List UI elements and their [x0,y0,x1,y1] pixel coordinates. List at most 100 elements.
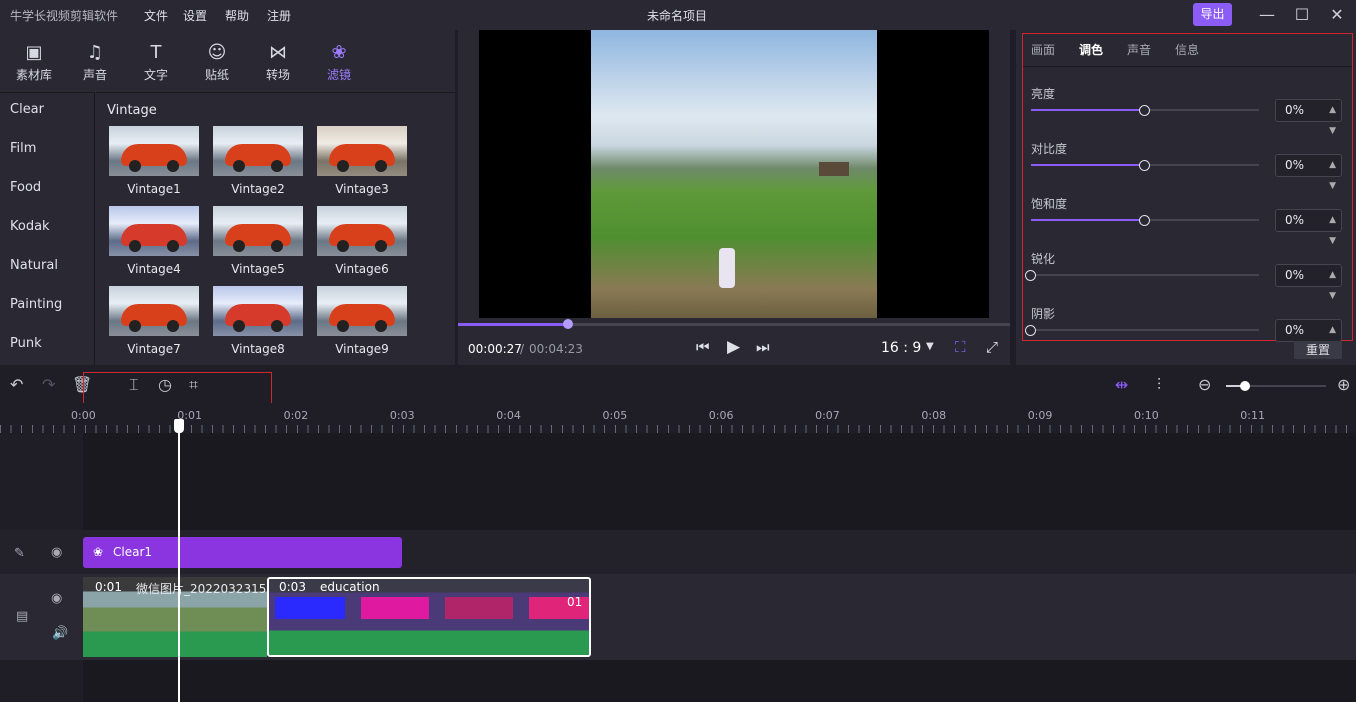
playhead-handle[interactable] [174,419,184,433]
undo-icon[interactable]: ↶ [10,375,23,394]
ruler-tick-label: 0:09 [1027,409,1053,422]
filter-label: Vintage3 [335,182,389,196]
filter-label: Vintage4 [127,262,181,276]
filter-category-list: Clear Film Food Kodak Natural Painting P… [0,92,95,365]
total-time: 00:04:23 [529,342,583,356]
category-food[interactable]: Food [10,180,41,195]
maximize-icon[interactable]: ☐ [1291,4,1313,26]
pin-icon[interactable]: ✎ [14,546,25,561]
slider-label-sharpen: 锐化 [1031,252,1056,266]
toolbox-text[interactable]: T 文字 [128,42,184,83]
slider-handle-brightness[interactable] [1139,105,1150,116]
slider-label-contrast: 对比度 [1031,142,1068,156]
toolbox-sticker[interactable]: ☺ 贴纸 [189,42,245,83]
category-punk[interactable]: Punk [10,336,42,351]
menu-settings[interactable]: 设置 [183,7,207,24]
ruler-tick-label: 0:03 [389,409,415,422]
filter-thumb-vintage7[interactable] [109,286,199,336]
crop-frame-icon[interactable]: ⛶ [955,338,966,356]
filter-thumb-vintage1[interactable] [109,126,199,176]
filter-thumb-vintage8[interactable] [213,286,303,336]
zoom-in-icon[interactable]: ⊕ [1337,375,1350,394]
volume-icon[interactable]: 🔊 [52,626,68,641]
fullscreen-icon[interactable]: ⤢ [986,338,998,356]
category-clear[interactable]: Clear [10,102,44,117]
sticker-icon: ☺ [207,42,227,63]
slider-handle-sharpen[interactable] [1025,270,1036,281]
ruler-tick-label: 0:04 [496,409,521,422]
filter-thumb-vintage3[interactable] [317,126,407,176]
play-icon[interactable]: ▶ [727,337,740,357]
ruler-tick-label: 0:10 [1134,409,1159,422]
clip-duration: 0:03 [279,580,306,594]
zoom-out-icon[interactable]: ⊖ [1198,375,1211,394]
redo-icon[interactable]: ↷ [42,375,55,394]
filter-label: Vintage5 [231,262,285,276]
menu-file[interactable]: 文件 [144,7,168,24]
sharpen-value-input[interactable]: 0% ▲ ▼ [1275,264,1342,301]
category-kodak[interactable]: Kodak [10,219,50,234]
zoom-slider-handle[interactable] [1240,381,1250,391]
category-painting[interactable]: Painting [10,297,62,312]
playhead-line [178,420,180,702]
toolbox-audio[interactable]: ♫ 声音 [67,42,123,83]
eye-icon[interactable]: ◉ [51,545,62,560]
music-note-icon: ♫ [86,42,104,63]
filter-clip[interactable]: ❀ Clear1 [83,537,402,568]
slider-label-shadow: 阴影 [1031,307,1056,321]
highlight-box-properties [1022,33,1353,341]
app-name: 牛学长视频剪辑软件 [10,9,119,23]
brightness-value-input[interactable]: 0% ▲ ▼ [1275,99,1342,136]
category-film[interactable]: Film [10,141,36,156]
filter-thumb-vintage5[interactable] [213,206,303,256]
slider-track-sharpen[interactable] [1031,274,1259,276]
aspect-ratio-select[interactable]: 16 : 9 [881,340,921,356]
time-separator: / [520,342,525,356]
clip-frame [445,597,513,619]
preview-progress-fill [458,323,569,326]
audio-split-icon[interactable]: ⫶ [1157,375,1161,395]
reset-button[interactable]: 重置 [1294,341,1342,359]
video-clip-selected[interactable]: 0:03 education 01 [267,577,591,657]
filter-icon: ❀ [331,42,347,63]
saturation-value-input[interactable]: 0% ▲ ▼ [1275,209,1342,246]
clip-overlay-text: 01 [567,595,583,609]
stepper-icon: ▲▼ [1329,215,1336,246]
filter-label: Vintage6 [335,262,389,276]
filter-thumb-vintage9[interactable] [317,286,407,336]
menu-register[interactable]: 注册 [267,7,291,24]
ruler-tick-label: 0:05 [602,409,628,422]
slider-handle-contrast[interactable] [1139,160,1150,171]
ruler-ticks [0,425,1356,433]
chevron-down-icon[interactable]: ▼ [926,341,934,352]
house-shape [819,162,849,176]
shadow-value-input[interactable]: 0%▲▼ [1275,319,1342,356]
slider-handle-shadow[interactable] [1025,325,1036,336]
toolbox-filter[interactable]: ❀ 滤镜 [311,42,367,83]
category-natural[interactable]: Natural [10,258,58,273]
film-strip-icon: ▤ [16,609,29,624]
filter-label: Vintage1 [127,182,181,196]
prev-frame-icon[interactable]: ⏮ [696,338,710,356]
filter-thumb-vintage6[interactable] [317,206,407,256]
menu-help[interactable]: 帮助 [225,7,249,24]
snap-icon[interactable]: ⇹ [1115,375,1128,394]
filter-label: Vintage2 [231,182,285,196]
minimize-icon[interactable]: — [1256,4,1278,26]
filter-section-title: Vintage [107,103,157,118]
ruler-tick-label: 0:07 [815,409,840,422]
toolbox-transition[interactable]: ⋈ 转场 [250,42,306,83]
slider-label-saturation: 饱和度 [1031,197,1068,211]
close-icon[interactable]: ✕ [1326,4,1348,26]
slider-handle-saturation[interactable] [1139,215,1150,226]
next-frame-icon[interactable]: ⏭ [756,338,770,356]
eye-icon[interactable]: ◉ [51,591,62,606]
toolbox-media-library[interactable]: ▣ 素材库 [6,42,62,83]
slider-track-shadow[interactable] [1031,329,1259,331]
video-clip[interactable]: 0:01 微信图片_20220323154 [83,577,267,657]
ruler-tick-label: 0:06 [708,409,734,422]
contrast-value-input[interactable]: 0% ▲ ▼ [1275,154,1342,191]
filter-thumb-vintage4[interactable] [109,206,199,256]
export-button[interactable]: 导出 [1193,3,1232,26]
filter-thumb-vintage2[interactable] [213,126,303,176]
